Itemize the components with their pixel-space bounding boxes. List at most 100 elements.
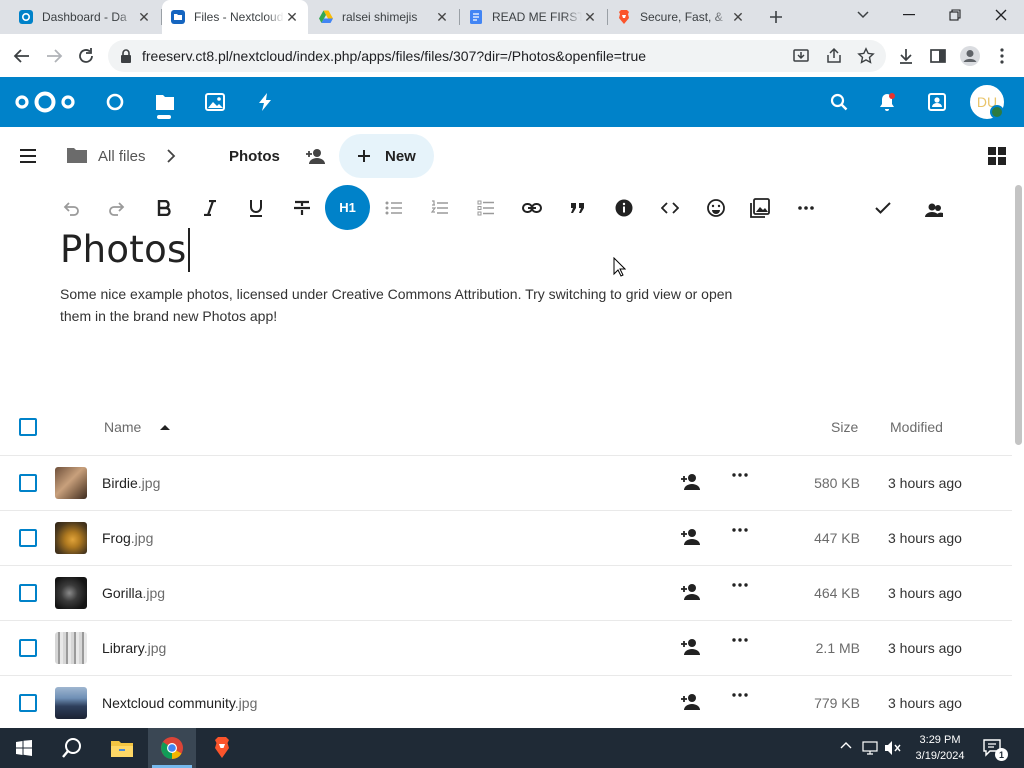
share-icon[interactable] [680, 693, 702, 715]
url-text[interactable]: freeserv.ct8.pl/nextcloud/index.php/apps… [142, 40, 646, 72]
code-block-icon[interactable] [657, 195, 683, 221]
row-checkbox[interactable] [19, 639, 37, 657]
bullet-list-icon[interactable] [381, 195, 407, 221]
minimize-button[interactable] [886, 0, 932, 30]
new-button[interactable]: New [339, 134, 434, 178]
share-icon[interactable] [680, 473, 702, 495]
folder-icon[interactable] [66, 146, 88, 164]
close-tab-icon[interactable]: ✕ [434, 9, 450, 25]
numbered-list-icon[interactable] [427, 195, 453, 221]
close-tab-icon[interactable]: ✕ [730, 9, 746, 25]
tab-search-button[interactable] [840, 0, 886, 30]
close-tab-icon[interactable]: ✕ [582, 9, 598, 25]
file-thumbnail[interactable] [55, 632, 87, 664]
lock-icon[interactable] [120, 49, 132, 63]
back-button[interactable] [8, 42, 36, 70]
scrollbar-thumb[interactable] [1015, 185, 1022, 445]
share-folder-icon[interactable] [305, 147, 327, 165]
sort-ascending-icon[interactable] [160, 424, 170, 430]
chrome-taskbar-icon[interactable] [148, 728, 196, 768]
more-actions-icon[interactable] [732, 528, 752, 548]
bookmark-star-icon[interactable] [857, 47, 875, 65]
file-name[interactable]: Nextcloud community.jpg [102, 676, 257, 731]
file-explorer-icon[interactable] [98, 728, 146, 768]
share-icon[interactable] [825, 47, 843, 65]
files-app-icon[interactable] [153, 90, 177, 114]
table-row[interactable]: Frog.jpg 447 KB 3 hours ago [0, 510, 1012, 565]
column-header-size[interactable]: Size [831, 419, 858, 435]
tab-brave[interactable]: Secure, Fast, & ✕ [608, 0, 754, 34]
tab-files[interactable]: Files - Nextcloud ✕ [162, 0, 308, 34]
blockquote-icon[interactable] [565, 195, 591, 221]
install-app-icon[interactable] [792, 47, 810, 65]
search-icon[interactable] [827, 90, 851, 114]
share-icon[interactable] [680, 528, 702, 550]
reload-button[interactable] [72, 42, 100, 70]
forward-button[interactable] [40, 42, 68, 70]
close-window-button[interactable] [978, 0, 1024, 30]
file-thumbnail[interactable] [55, 577, 87, 609]
notifications-bell-icon[interactable] [875, 90, 899, 114]
windows-start-icon[interactable] [0, 728, 48, 768]
tab-drive[interactable]: ralsei shimejis ✕ [310, 0, 458, 34]
select-all-checkbox[interactable] [19, 418, 37, 436]
grid-view-icon[interactable] [987, 146, 1007, 166]
saved-check-icon[interactable] [870, 195, 896, 221]
table-row[interactable]: Birdie.jpg 580 KB 3 hours ago [0, 455, 1012, 510]
downloads-icon[interactable] [892, 42, 920, 70]
brave-taskbar-icon[interactable] [198, 728, 246, 768]
address-bar[interactable]: freeserv.ct8.pl/nextcloud/index.php/apps… [108, 40, 886, 72]
undo-icon[interactable] [58, 195, 84, 221]
readme-description[interactable]: Some nice example photos, licensed under… [60, 283, 750, 327]
more-actions-icon[interactable] [732, 693, 752, 713]
taskbar-search-icon[interactable] [48, 728, 96, 768]
tab-dashboard[interactable]: Dashboard - Da ✕ [10, 0, 160, 34]
file-name[interactable]: Gorilla.jpg [102, 566, 165, 621]
link-icon[interactable] [519, 195, 545, 221]
table-row[interactable]: Gorilla.jpg 464 KB 3 hours ago [0, 565, 1012, 620]
emoji-icon[interactable] [703, 195, 729, 221]
more-actions-icon[interactable] [732, 583, 752, 603]
file-name[interactable]: Frog.jpg [102, 511, 153, 566]
navigation-toggle-icon[interactable] [18, 147, 40, 165]
breadcrumb-current[interactable]: Photos [229, 148, 280, 165]
row-checkbox[interactable] [19, 584, 37, 602]
strikethrough-icon[interactable] [289, 195, 315, 221]
readme-title[interactable]: Photos [60, 228, 190, 272]
taskbar-clock[interactable]: 3:29 PM 3/19/2024 [906, 732, 974, 764]
show-hidden-icons[interactable] [840, 741, 852, 749]
more-actions-icon[interactable] [732, 473, 752, 493]
table-row[interactable]: Nextcloud community.jpg 779 KB 3 hours a… [0, 675, 1012, 730]
contacts-icon[interactable] [925, 90, 949, 114]
insert-image-icon[interactable] [747, 195, 773, 221]
redo-icon[interactable] [104, 195, 130, 221]
italic-icon[interactable] [197, 195, 223, 221]
activity-app-icon[interactable] [253, 90, 277, 114]
share-icon[interactable] [680, 638, 702, 660]
browser-menu-icon[interactable] [988, 42, 1016, 70]
file-name[interactable]: Birdie.jpg [102, 456, 160, 511]
column-header-modified[interactable]: Modified [890, 419, 943, 435]
column-header-name[interactable]: Name [104, 419, 141, 435]
nextcloud-logo-icon[interactable] [14, 89, 76, 115]
row-checkbox[interactable] [19, 474, 37, 492]
bold-icon[interactable] [151, 195, 177, 221]
share-icon[interactable] [680, 583, 702, 605]
tab-docs[interactable]: READ ME FIRST ✕ [460, 0, 606, 34]
restore-button[interactable] [932, 0, 978, 30]
file-thumbnail[interactable] [55, 467, 87, 499]
close-tab-icon[interactable]: ✕ [136, 9, 152, 25]
info-callout-icon[interactable] [611, 195, 637, 221]
network-icon[interactable] [862, 740, 878, 756]
collaborators-icon[interactable] [921, 197, 947, 223]
file-name[interactable]: Library.jpg [102, 621, 166, 676]
checklist-icon[interactable] [473, 195, 499, 221]
table-row[interactable]: Library.jpg 2.1 MB 3 hours ago [0, 620, 1012, 675]
volume-muted-icon[interactable] [884, 740, 902, 756]
dashboard-app-icon[interactable] [103, 90, 127, 114]
close-tab-icon[interactable]: ✕ [284, 9, 300, 25]
more-actions-icon[interactable] [732, 638, 752, 658]
photos-app-icon[interactable] [203, 90, 227, 114]
file-thumbnail[interactable] [55, 687, 87, 719]
breadcrumb-all-files[interactable]: All files [98, 148, 146, 165]
